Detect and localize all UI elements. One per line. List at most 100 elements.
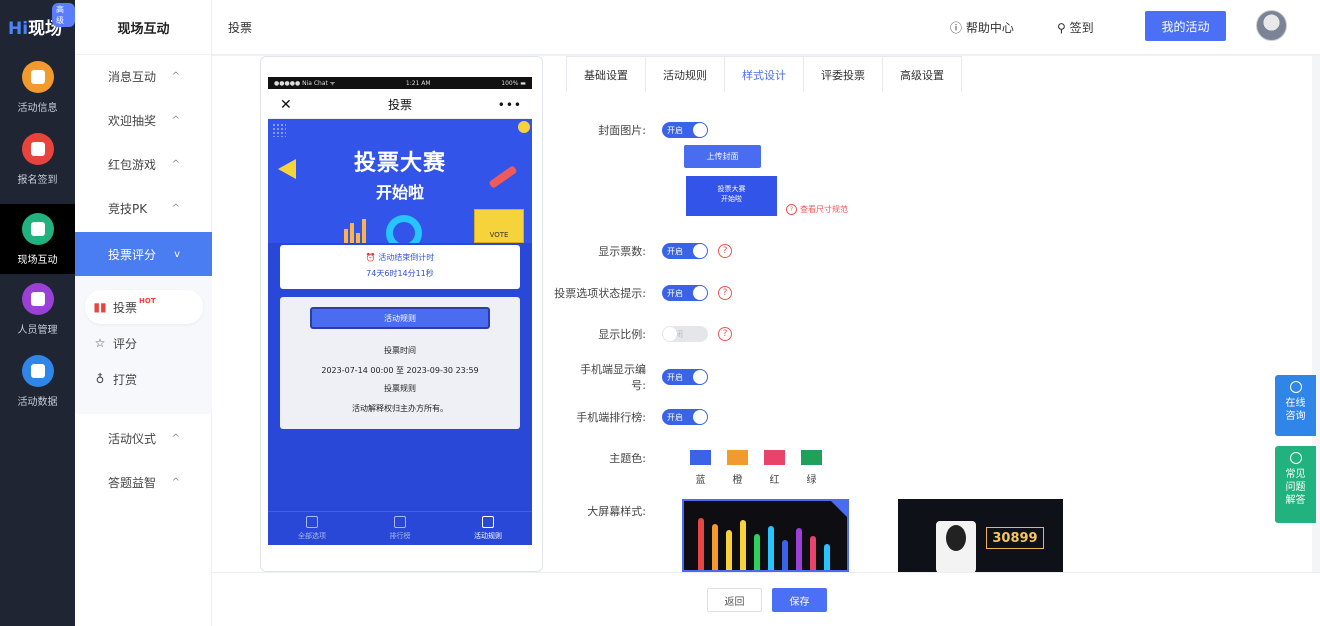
save-button[interactable]: 保存 (772, 588, 827, 612)
mobile-rank-toggle[interactable]: 开启 (662, 409, 708, 425)
subnav-red-packet-game[interactable]: 红包游戏^ (75, 142, 212, 186)
avatar[interactable] (1256, 10, 1287, 41)
chevron-up-icon: ^ (172, 433, 180, 444)
ring-decoration (386, 215, 422, 243)
my-activity-button[interactable]: 我的活动 (1145, 11, 1226, 41)
theme-color-label: 主题色: (566, 450, 662, 466)
cover-image-row: 封面图片: 开启 (566, 120, 708, 140)
location-pin-icon: ⚲ (1057, 21, 1070, 35)
vote-banner: 投票大赛 开始啦 VOTE (268, 119, 532, 243)
score-display: 30899 (986, 527, 1044, 549)
phone-tab-rules[interactable]: 活动规则 (444, 512, 532, 545)
screen-style-label: 大屏幕样式: (566, 503, 662, 519)
nav-signup-checkin[interactable]: 报名签到 (0, 124, 75, 194)
vote-time-value: 2023-07-14 00:00 至 2023-09-30 23:59 (280, 365, 520, 376)
phone-tab-ranking[interactable]: 排行榜 (356, 512, 444, 545)
color-swatch (801, 450, 822, 465)
mobile-number-label: 手机端显示编号: (566, 361, 662, 393)
theme-option-green[interactable]: 绿 (793, 450, 830, 486)
plan-badge: 高级 (52, 3, 75, 27)
size-spec-link[interactable]: 查看尺寸规范 (786, 204, 848, 215)
upload-cover-button[interactable]: 上传封面 (684, 145, 761, 168)
phone-status-bar: ●●●●● Nia Chat ᯤ1:21 AM100% ▬ (268, 77, 532, 89)
color-swatch (727, 450, 748, 465)
subnav-message-interaction[interactable]: 消息互动^ (75, 54, 212, 98)
tab-style-design[interactable]: 样式设计 (724, 56, 804, 92)
nav-activity-info[interactable]: 活动信息 (0, 52, 75, 122)
tab-activity-rules[interactable]: 活动规则 (645, 56, 725, 92)
show-votes-toggle[interactable]: 开启 (662, 243, 708, 259)
tab-advanced-settings[interactable]: 高级设置 (882, 56, 962, 92)
hot-badge: HOT (139, 297, 156, 305)
phone-nav-bar: ✕ 投票 ••• (268, 91, 532, 119)
vote-rules-text: 活动解释权归主办方所有。 (280, 403, 520, 414)
interaction-icon (22, 213, 54, 245)
question-icon (1290, 452, 1302, 464)
theme-option-blue[interactable]: 蓝 (682, 450, 719, 486)
help-icon[interactable]: ? (718, 244, 732, 258)
subnav-child-vote[interactable]: ▮▮投票HOT (85, 290, 203, 324)
phone-body: 投票大赛 开始啦 VOTE ⏰ 活动结束倒计时 74天6时14分11秒 活动规则… (268, 119, 532, 545)
show-ratio-toggle[interactable]: 关闭 (662, 326, 708, 342)
countdown-card: ⏰ 活动结束倒计时 74天6时14分11秒 (280, 245, 520, 289)
countdown-label: ⏰ 活动结束倒计时 (280, 252, 520, 263)
back-button[interactable]: 返回 (707, 588, 762, 612)
screen-style-option-portrait[interactable]: 30899 (898, 499, 1063, 572)
rules-button[interactable]: 活动规则 (310, 307, 490, 329)
tab-basic-settings[interactable]: 基础设置 (566, 56, 646, 92)
screen-style-option-bars[interactable] (682, 499, 849, 572)
show-ratio-row: 显示比例: 关闭 ? (566, 324, 732, 344)
nav-live-interaction[interactable]: 现场互动 (0, 204, 75, 274)
help-icon[interactable]: ? (718, 327, 732, 341)
subnav-vote-score[interactable]: 投票评分v (75, 232, 212, 276)
help-icon[interactable]: ? (718, 286, 732, 300)
subnav-welcome-lottery[interactable]: 欢迎抽奖^ (75, 98, 212, 142)
mobile-rank-label: 手机端排行榜: (566, 409, 662, 425)
rules-card: 活动规则 投票时间 2023-07-14 00:00 至 2023-09-30 … (280, 297, 520, 429)
subnav-child-reward[interactable]: ♁打赏 (75, 362, 212, 396)
info-icon: ⓘ (950, 21, 966, 35)
subnav-quiz[interactable]: 答题益智^ (75, 460, 212, 504)
chevron-down-icon: v (174, 249, 180, 260)
subnav-pk[interactable]: 竞技PK^ (75, 186, 212, 230)
countdown-value: 74天6时14分11秒 (280, 268, 520, 279)
phone-tab-all-options[interactable]: 全部选项 (268, 512, 356, 545)
tab-judge-vote[interactable]: 评委投票 (803, 56, 883, 92)
theme-color-row: 主题色: (566, 448, 662, 468)
bars-decoration (344, 219, 374, 243)
subnav-child-score[interactable]: ☆评分 (75, 326, 212, 360)
ballot-box-icon: VOTE (474, 209, 524, 243)
mobile-rank-row: 手机端排行榜: 开启 (566, 407, 708, 427)
subnav-ceremony[interactable]: 活动仪式^ (75, 416, 212, 460)
chevron-up-icon: ^ (172, 71, 180, 82)
cover-image-toggle[interactable]: 开启 (662, 122, 708, 138)
vote-status-label: 投票选项状态提示: (546, 285, 662, 301)
vote-status-toggle[interactable]: 开启 (662, 285, 708, 301)
faq-button[interactable]: 常见 问题 解答 (1275, 446, 1316, 523)
show-votes-row: 显示票数: 开启 ? (566, 241, 732, 261)
checkin-link[interactable]: ⚲ 签到 (1057, 19, 1094, 36)
document-icon (22, 61, 54, 93)
nav-people[interactable]: 人员管理 (0, 274, 75, 344)
theme-option-red[interactable]: 红 (756, 450, 793, 486)
mobile-number-toggle[interactable]: 开启 (662, 369, 708, 385)
nav-activity-data[interactable]: 活动数据 (0, 346, 75, 416)
settings-tabs: 基础设置 活动规则 样式设计 评委投票 高级设置 (566, 56, 961, 92)
help-center-link[interactable]: ⓘ 帮助中心 (950, 19, 1014, 36)
bottom-action-bar: 返回 保存 (212, 572, 1320, 626)
star-icon: ☆ (93, 336, 107, 350)
dot-grid-decoration (272, 123, 286, 137)
theme-option-orange[interactable]: 橙 (719, 450, 756, 486)
close-icon: ✕ (280, 97, 292, 113)
cover-thumbnail[interactable]: 投票大赛 开始啦 (686, 176, 777, 216)
online-consult-button[interactable]: 在线 咨询 (1275, 375, 1316, 436)
show-votes-label: 显示票数: (566, 243, 662, 259)
chevron-up-icon: ^ (172, 159, 180, 170)
chevron-up-icon: ^ (172, 115, 180, 126)
nav-label: 活动信息 (18, 99, 58, 114)
phone-preview: ●●●●● Nia Chat ᯤ1:21 AM100% ▬ ✕ 投票 ••• 投… (260, 56, 543, 572)
banner-title: 投票大赛 (268, 145, 532, 177)
nav-label: 报名签到 (18, 171, 58, 186)
show-ratio-label: 显示比例: (566, 326, 662, 342)
vote-rules-label: 投票规则 (280, 383, 520, 394)
